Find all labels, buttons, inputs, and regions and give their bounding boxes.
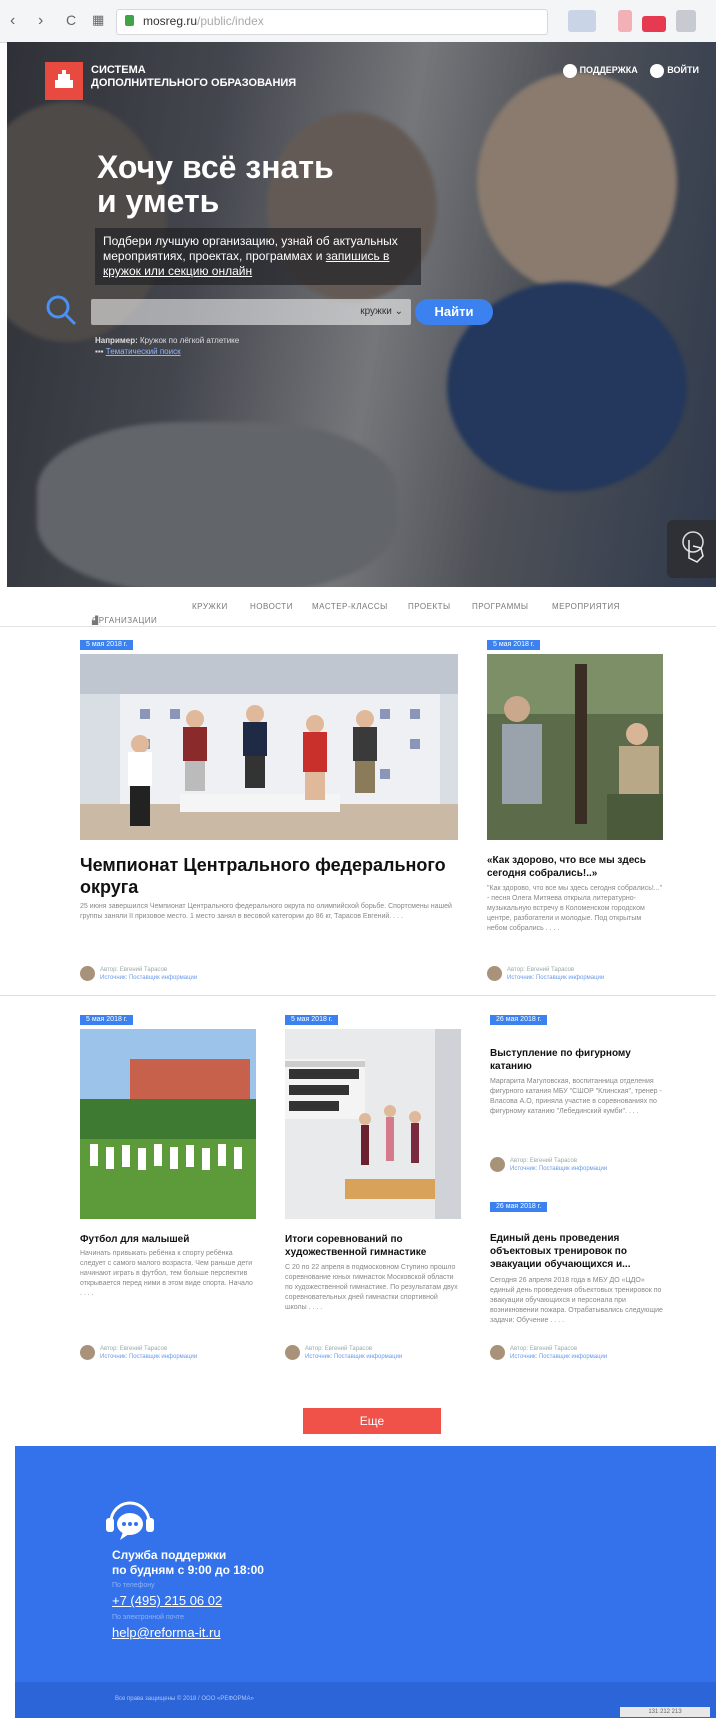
news-title[interactable]: Итоги соревнований по художественной гим… — [285, 1233, 461, 1259]
nav-item-masterclasses[interactable]: МАСТЕР-КЛАССЫ — [312, 602, 388, 611]
news-author: Автор: Евгений Тарасов Источник: Поставщ… — [490, 1345, 660, 1361]
news-source[interactable]: Источник: Поставщик информации — [305, 1353, 455, 1361]
section-divider — [0, 995, 716, 996]
extension-icon[interactable] — [642, 16, 666, 32]
support-email-link[interactable]: help@reforma-it.ru — [112, 1625, 221, 1640]
search-input[interactable]: кружки ⌄ — [91, 299, 411, 325]
hand-touch-icon — [682, 531, 704, 563]
news-photo[interactable] — [80, 1029, 256, 1219]
search-icon — [46, 295, 77, 326]
news-excerpt: Маргарита Магуловская, воспитанница отде… — [490, 1078, 662, 1115]
site-logo[interactable] — [45, 62, 83, 100]
nav-item-programs[interactable]: ПРОГРАММЫ — [472, 602, 529, 611]
headset-icon — [562, 64, 577, 78]
news-date: 5 мая 2018 г. — [285, 1015, 339, 1025]
news-author: Автор: Евгений Тарасов Источник: Поставщ… — [80, 1345, 250, 1361]
news-source[interactable]: Источник: Поставщик информации — [507, 974, 657, 982]
news-excerpt: 25 июня завершился Чемпионат Центральног… — [80, 903, 452, 920]
nav-item-news[interactable]: НОВОСТИ — [250, 602, 293, 611]
header-links: ПОДДЕРЖКА ВОЙТИ — [562, 64, 699, 78]
url-domain: mosreg.ru — [143, 14, 198, 28]
copyright: Все права защищены © 2018 / ООО «РЕФОРМА… — [115, 1696, 254, 1702]
phone-label: По телефону — [112, 1582, 155, 1589]
avatar — [490, 1157, 505, 1172]
chevron-down-icon: ⌄ — [394, 306, 403, 317]
news-photo[interactable] — [80, 654, 458, 840]
news-title[interactable]: Футбол для малышей — [80, 1233, 256, 1246]
news-excerpt: С 20 по 22 апреля в подмосковном Ступино… — [285, 1264, 458, 1311]
hero-headline: Хочу всё знать и уметь — [97, 149, 334, 219]
news-source[interactable]: Источник: Поставщик информации — [100, 974, 400, 982]
apps-icon[interactable]: ▦ — [92, 12, 104, 28]
email-label: По электронной почте — [112, 1614, 185, 1621]
search-example: Например: Кружок по лёгкой атлетике — [95, 336, 240, 345]
news-author: Автор: Евгений Тарасов Источник: Поставщ… — [490, 1157, 660, 1173]
forward-icon[interactable]: › — [38, 12, 43, 30]
nav-item-events[interactable]: МЕРОПРИЯТИЯ — [552, 602, 620, 611]
visit-counter[interactable]: 131 212 213 — [620, 1707, 710, 1717]
address-bar[interactable]: mosreg.ru/public/index — [116, 9, 548, 35]
news-title[interactable]: Единый день проведения объектовых тренир… — [490, 1232, 666, 1271]
news-date: 5 мая 2018 г. — [80, 640, 134, 650]
news-title[interactable]: Чемпионат Центрального федерального окру… — [80, 854, 458, 898]
news-author: Автор: Евгений Тарасов Источник: Поставщ… — [285, 1345, 455, 1361]
extension-icon[interactable] — [618, 10, 632, 32]
nav-item-projects[interactable]: ПРОЕКТЫ — [408, 602, 451, 611]
accessibility-widget[interactable] — [667, 520, 716, 578]
hero-banner: СИСТЕМА ДОПОЛНИТЕЛЬНОГО ОБРАЗОВАНИЯ ПОДД… — [7, 42, 716, 587]
news-source[interactable]: Источник: Поставщик информации — [100, 1353, 250, 1361]
search-category-select[interactable]: кружки ⌄ — [360, 306, 403, 317]
avatar — [80, 1345, 95, 1360]
news-date: 5 мая 2018 г. — [80, 1015, 134, 1025]
lock-icon — [125, 15, 134, 26]
news-card[interactable]: 5 мая 2018 г. «Как здорово, что все мы з… — [487, 640, 667, 982]
news-author: Автор: Евгений Тарасов Источник: Поставщ… — [80, 966, 400, 982]
news-source[interactable]: Источник: Поставщик информации — [510, 1165, 660, 1173]
reload-icon[interactable]: C — [66, 12, 76, 28]
search-button[interactable]: Найти — [415, 299, 493, 325]
support-phone-link[interactable]: +7 (495) 215 06 02 — [112, 1593, 222, 1608]
thematic-search-link[interactable]: ▪▪▪ Тематический поиск — [95, 347, 181, 356]
profile-icon[interactable] — [676, 10, 696, 32]
avatar — [487, 966, 502, 981]
avatar — [80, 966, 95, 981]
news-excerpt: Начинать привыкать ребёнка к спорту ребё… — [80, 1250, 253, 1297]
news-card[interactable]: 26 мая 2018 г. Выступление по фигурному … — [490, 1015, 670, 1180]
news-date: 26 мая 2018 г. — [490, 1015, 548, 1025]
extension-icon[interactable] — [568, 10, 596, 32]
browser-toolbar: ‹ › C ▦ mosreg.ru/public/index — [0, 0, 716, 43]
news-title[interactable]: «Как здорово, что все мы здесь сегодня с… — [487, 854, 663, 880]
footer-bottom-bar: Все права защищены © 2018 / ООО «РЕФОРМА… — [15, 1682, 716, 1718]
news-photo[interactable] — [285, 1029, 461, 1219]
footer: Служба поддержки по будням с 9:00 до 18:… — [15, 1446, 716, 1718]
nav-item-clubs[interactable]: КРУЖКИ — [192, 602, 228, 611]
user-icon — [650, 64, 665, 78]
category-nav: ▟ ОРГАНИЗАЦИИ КРУЖКИ НОВОСТИ МАСТЕР-КЛАС… — [0, 588, 716, 627]
support-link[interactable]: ПОДДЕРЖКА — [562, 64, 638, 78]
news-photo[interactable] — [487, 654, 663, 840]
avatar — [490, 1345, 505, 1360]
news-source[interactable]: Источник: Поставщик информации — [510, 1353, 660, 1361]
news-card[interactable]: 5 мая 2018 г. Футбол для малышей Начинат… — [80, 1015, 260, 1360]
avatar — [285, 1345, 300, 1360]
news-excerpt: "Как здорово, что все мы здесь сегодня с… — [487, 885, 663, 932]
hero-lead: Подбери лучшую организацию, узнай об акт… — [95, 228, 421, 285]
news-excerpt: Сегодня 26 апреля 2018 года в МБУ ДО «ЦД… — [490, 1277, 663, 1324]
news-title[interactable]: Выступление по фигурному катанию — [490, 1047, 666, 1073]
news-card[interactable]: 5 мая 2018 г. Итоги соревнований по худо… — [285, 1015, 465, 1360]
site-title[interactable]: СИСТЕМА ДОПОЛНИТЕЛЬНОГО ОБРАЗОВАНИЯ — [91, 64, 296, 90]
news-date: 26 мая 2018 г. — [490, 1202, 548, 1212]
news-author: Автор: Евгений Тарасов Источник: Поставщ… — [487, 966, 657, 982]
grid-icon: ▪▪▪ — [95, 347, 104, 356]
url-path: /public/index — [197, 14, 264, 28]
support-chat-icon — [106, 1501, 154, 1540]
search-example-link[interactable]: Кружок по лёгкой атлетике — [140, 336, 239, 345]
news-date: 5 мая 2018 г. — [487, 640, 541, 650]
load-more-button[interactable]: Еще — [303, 1408, 441, 1434]
back-icon[interactable]: ‹ — [10, 12, 15, 30]
news-card[interactable]: 26 мая 2018 г. Единый день проведения об… — [490, 1202, 670, 1362]
support-title: Служба поддержки по будням с 9:00 до 18:… — [112, 1548, 264, 1577]
news-card[interactable]: 5 мая 2018 г. Чемпионат Центрального фед… — [80, 640, 460, 982]
login-link[interactable]: ВОЙТИ — [650, 64, 699, 78]
